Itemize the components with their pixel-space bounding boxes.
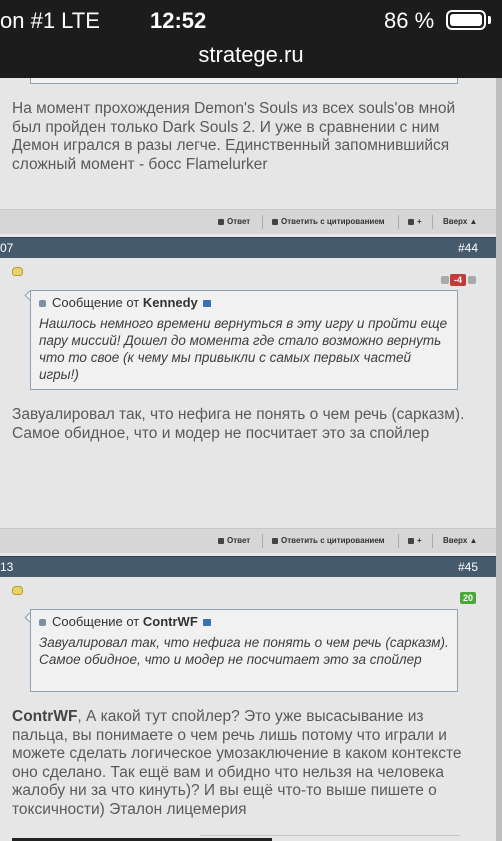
clock: 12:52 — [150, 8, 207, 33]
multiquote-button[interactable]: + — [408, 217, 422, 226]
reply-to-author[interactable]: ContrWF — [12, 708, 77, 725]
post-date: 07 — [0, 241, 14, 255]
signature-divider — [200, 835, 460, 836]
quote-text: Нашлось немного времени вернуться в эту … — [39, 316, 448, 382]
view-post-icon[interactable] — [202, 619, 211, 627]
quote-header: Сообщение от ContrWF — [39, 614, 211, 629]
view-post-icon[interactable] — [202, 300, 211, 308]
quote-author[interactable]: ContrWF — [143, 614, 198, 629]
quote-icon — [272, 218, 278, 225]
carrier-label: on #1 LTE — [0, 8, 100, 33]
reply-icon — [218, 537, 224, 544]
quote-reply-button[interactable]: Ответить с цитированием — [272, 536, 385, 545]
reply-button[interactable]: Ответ — [218, 536, 250, 545]
post-icon — [12, 586, 23, 595]
forum-thread: На момент прохождения Demon's Souls из в… — [0, 78, 496, 841]
post-date: 13 — [0, 560, 14, 574]
quote-icon — [39, 300, 46, 308]
post-number[interactable]: #44 — [458, 241, 478, 255]
address-bar-url[interactable]: stratege.ru — [0, 42, 502, 68]
post-icon — [12, 267, 23, 276]
status-bar: on #1 LTE 12:52 86 % stratege.ru — [0, 0, 502, 78]
post-action-bar: Ответ Ответить с цитированием + Вверх ▲ — [0, 528, 496, 553]
scrollbar[interactable] — [496, 78, 502, 841]
rep-down-icon[interactable] — [441, 276, 449, 284]
post-text: ContrWF, А какой тут спойлер? Это уже вы… — [12, 708, 462, 818]
quote-icon — [39, 619, 46, 627]
reputation-badge: 20 — [460, 592, 476, 604]
quote-box-tail — [30, 78, 458, 84]
post-text: На момент прохождения Demon's Souls из в… — [12, 100, 456, 173]
top-button[interactable]: Вверх ▲ — [443, 536, 477, 545]
post-text: Завуалировал так, что нефига не понять о… — [12, 406, 465, 442]
reputation-badge: -4 — [450, 274, 466, 286]
post-header-44: 07 #44 — [0, 237, 496, 258]
quote-box: Сообщение от Kennedy Нашлось немного вре… — [30, 290, 458, 390]
post-number[interactable]: #45 — [458, 560, 478, 574]
rep-up-icon[interactable] — [468, 276, 476, 284]
battery-percent: 86 % — [384, 8, 435, 33]
quote-header: Сообщение от Kennedy — [39, 295, 211, 310]
quote-box: Сообщение от ContrWF Завуалировал так, ч… — [30, 609, 458, 692]
multiquote-button[interactable]: + — [408, 536, 422, 545]
reply-icon — [218, 218, 224, 225]
multiquote-icon — [408, 537, 414, 544]
top-button[interactable]: Вверх ▲ — [443, 217, 477, 226]
post-action-bar: Ответ Ответить с цитированием + Вверх ▲ — [0, 209, 496, 234]
quote-reply-button[interactable]: Ответить с цитированием — [272, 217, 385, 226]
battery-tip — [488, 16, 491, 24]
battery-icon — [446, 10, 486, 30]
reply-button[interactable]: Ответ — [218, 217, 250, 226]
quote-icon — [272, 537, 278, 544]
post-header-45: 13 #45 — [0, 556, 496, 577]
multiquote-icon — [408, 218, 414, 225]
quote-author[interactable]: Kennedy — [143, 295, 198, 310]
quote-text: Завуалировал так, что нефига не понять о… — [39, 635, 449, 667]
